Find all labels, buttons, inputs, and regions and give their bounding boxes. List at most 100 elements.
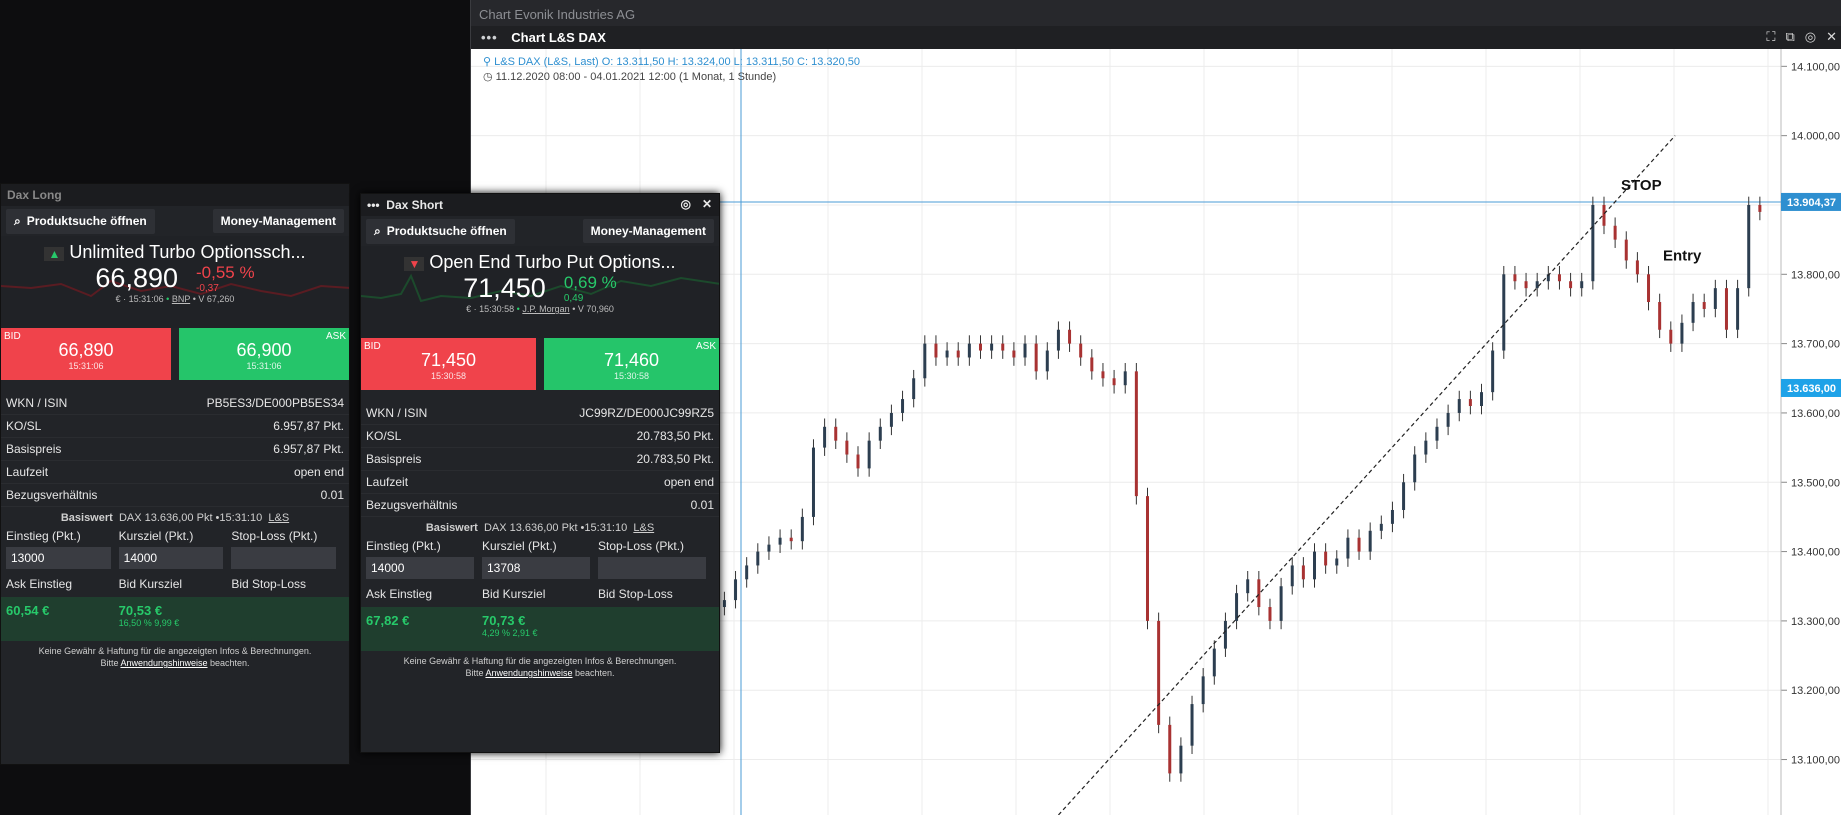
- candle-body: [1079, 343, 1083, 358]
- einstieg-input[interactable]: 14000: [366, 557, 474, 579]
- dax-long-title: Dax Long: [1, 184, 349, 206]
- candle-body: [1324, 551, 1328, 566]
- dax-short-title: Dax Short: [386, 198, 443, 212]
- basis-link[interactable]: L&S: [633, 522, 654, 534]
- stoploss-input[interactable]: [231, 547, 337, 569]
- menu-dots-icon[interactable]: •••: [367, 198, 380, 212]
- detail-value: 20.783,50 Pkt.: [636, 452, 714, 466]
- candle-body: [1123, 371, 1127, 386]
- candle-body: [767, 544, 771, 552]
- close-icon[interactable]: ✕: [1826, 29, 1837, 45]
- product-name[interactable]: Unlimited Turbo Optionssch...: [69, 242, 305, 262]
- candle-body: [1624, 239, 1628, 261]
- detail-label: Laufzeit: [6, 465, 49, 479]
- candle-body: [1212, 648, 1216, 677]
- price-tick-label: 13.100,00: [1791, 755, 1840, 767]
- candle-body: [1480, 392, 1484, 407]
- candle-body: [834, 426, 838, 441]
- ask-einstieg-value: 67,82 €: [366, 613, 410, 628]
- product-name[interactable]: Open End Turbo Put Options...: [429, 252, 675, 272]
- candle-body: [901, 399, 905, 413]
- close-icon[interactable]: ✕: [702, 197, 712, 211]
- candle-body: [778, 537, 782, 545]
- candle-body: [1290, 565, 1294, 587]
- detail-row: Laufzeit open end: [1, 461, 349, 484]
- candle-body: [1179, 745, 1183, 774]
- product-hero: ▲ Unlimited Turbo Optionssch... 66,890 -…: [1, 236, 349, 328]
- bid-button[interactable]: BID 66,890 15:31:06: [1, 328, 171, 380]
- product-search-button[interactable]: ⌕ Produktsuche öffnen: [366, 218, 515, 244]
- menu-dots-icon[interactable]: •••: [481, 30, 498, 45]
- detail-label: WKN / ISIN: [6, 396, 68, 410]
- money-management-button[interactable]: Money-Management: [582, 219, 714, 243]
- ask-button[interactable]: ASK 71,460 15:30:58: [544, 338, 719, 390]
- chart-title: Chart L&S DAX: [511, 30, 606, 45]
- candle-body: [811, 447, 815, 517]
- price-tick-label: 13.200,00: [1791, 685, 1840, 697]
- candle-body: [1279, 586, 1283, 621]
- detail-label: Laufzeit: [366, 475, 409, 489]
- candle-body: [1635, 260, 1639, 275]
- detail-value: 6.957,87 Pkt.: [273, 442, 344, 456]
- basiswert-line: Basiswert DAX 13.636,00 Pkt •15:31:10 L&…: [425, 522, 655, 534]
- candle-body: [1201, 676, 1205, 705]
- price-tick-label: 13.500,00: [1791, 477, 1840, 489]
- candle-body: [1045, 350, 1049, 372]
- candle-body: [1023, 343, 1027, 358]
- money-management-button[interactable]: Money-Management: [212, 209, 344, 233]
- hints-link[interactable]: Anwendungshinweise: [485, 668, 572, 678]
- expand-icon[interactable]: ⛶: [1766, 29, 1775, 45]
- detail-row: WKN / ISIN JC99RZ/DE000JC99RZ5: [361, 402, 719, 425]
- detail-value: JC99RZ/DE000JC99RZ5: [579, 406, 714, 420]
- target-icon[interactable]: ◎: [681, 197, 691, 211]
- issuer-link[interactable]: J.P. Morgan: [522, 304, 569, 314]
- basis-link[interactable]: L&S: [268, 512, 289, 524]
- change-percent: -0,55 %: [196, 263, 255, 282]
- candle-body: [1513, 274, 1517, 282]
- price-tick-label: 13.300,00: [1791, 616, 1840, 628]
- stoploss-input[interactable]: [598, 557, 706, 579]
- popout-icon[interactable]: ⧉: [1785, 29, 1794, 45]
- detail-row: WKN / ISIN PB5ES3/DE000PB5ES34: [1, 392, 349, 415]
- instrument-info: ⚲ L&S DAX (L&S, Last) O: 13.311,50 H: 13…: [483, 56, 861, 68]
- candle-body: [889, 412, 893, 427]
- candle-body: [1647, 274, 1651, 303]
- candle-body: [1569, 281, 1573, 289]
- kursziel-input[interactable]: 13708: [482, 557, 590, 579]
- candle-body: [1268, 607, 1272, 621]
- detail-row: Basispreis 20.783,50 Pkt.: [361, 448, 719, 471]
- up-arrow-icon: ▲: [44, 247, 65, 261]
- candle-body: [1313, 551, 1317, 580]
- candle-body: [734, 579, 738, 601]
- bid-button[interactable]: BID 71,450 15:30:58: [361, 338, 536, 390]
- ask-button[interactable]: ASK 66,900 15:31:06: [179, 328, 349, 380]
- candle-body: [1301, 565, 1305, 580]
- detail-row: KO/SL 6.957,87 Pkt.: [1, 415, 349, 438]
- product-search-button[interactable]: ⌕ Produktsuche öffnen: [6, 208, 155, 234]
- candle-body: [1368, 530, 1372, 552]
- einstieg-input[interactable]: 13000: [6, 547, 111, 569]
- annotation-entry: Entry: [1663, 247, 1702, 264]
- change-percent: 0,69 %: [563, 273, 617, 292]
- candle-body: [1613, 225, 1617, 240]
- chart-type-icon: ⚲: [483, 56, 495, 68]
- detail-value: 20.783,50 Pkt.: [636, 429, 714, 443]
- issuer-link[interactable]: BNP: [172, 294, 190, 304]
- kursziel-input[interactable]: 14000: [118, 547, 224, 569]
- search-icon: ⌕: [374, 223, 381, 238]
- product-price: 66,890: [95, 263, 178, 293]
- change-absolute: 0,49: [563, 293, 584, 304]
- disclaimer: Keine Gewähr & Haftung für die angezeigt…: [38, 646, 312, 668]
- detail-label: Bezugsverhältnis: [6, 488, 98, 502]
- candle-body: [1068, 329, 1072, 344]
- change-absolute: -0,37: [196, 283, 219, 294]
- candle-body: [1090, 357, 1094, 372]
- hints-link[interactable]: Anwendungshinweise: [120, 658, 207, 668]
- candle-body: [1747, 204, 1751, 289]
- price-tick-label: 13.700,00: [1791, 339, 1840, 351]
- candle-body: [1001, 343, 1005, 351]
- candle-body: [1335, 558, 1339, 566]
- target-icon[interactable]: ◎: [1805, 29, 1816, 45]
- candle-body: [800, 516, 804, 542]
- candle-body: [1034, 343, 1038, 372]
